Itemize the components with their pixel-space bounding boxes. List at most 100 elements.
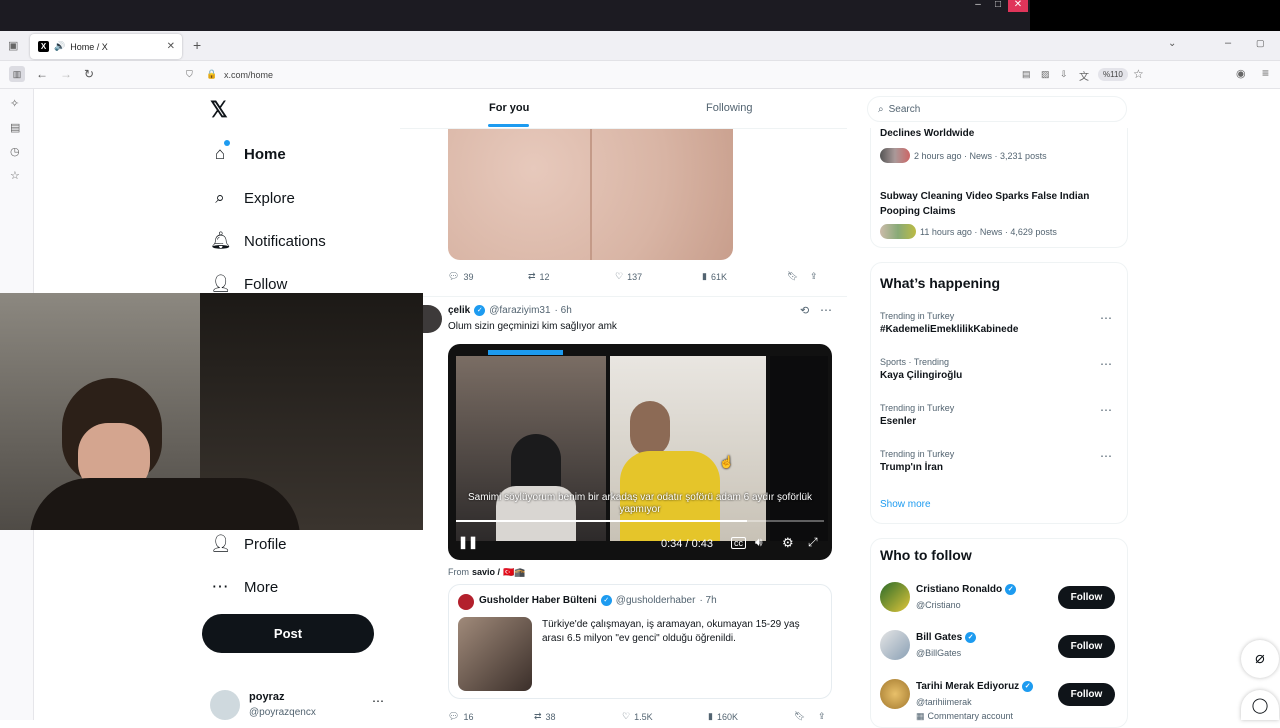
new-tab-icon[interactable]: + <box>193 37 201 53</box>
suggestion-name[interactable]: Tarihi Merak Ediyoruz ✓ <box>916 681 1034 692</box>
fullscreen-icon[interactable]: ⤢ <box>808 535 818 550</box>
browser-minimize-icon[interactable]: – <box>1225 37 1231 49</box>
news-item[interactable]: Declines Worldwide <box>880 128 1120 139</box>
tab-following[interactable]: Following <box>706 102 752 114</box>
menu-icon[interactable]: ≡ <box>1262 66 1269 80</box>
video-progress-track[interactable] <box>456 520 824 522</box>
messages-fab-icon[interactable]: ◯ <box>1241 690 1279 720</box>
zoom-badge[interactable]: %110 <box>1098 68 1128 81</box>
repost-button[interactable]: ⇄ 12 <box>528 271 615 282</box>
settings-gear-icon[interactable]: ⚙ <box>782 535 794 551</box>
post-image[interactable] <box>448 129 733 260</box>
nav-more[interactable]: ⋯ More <box>210 577 279 597</box>
close-window-icon[interactable]: ✕ <box>1008 0 1028 12</box>
translate-icon[interactable]: 文 <box>1079 68 1089 83</box>
bookmark-star-icon[interactable]: ☆ <box>1133 67 1144 81</box>
tab-overview-icon[interactable]: ▣ <box>8 39 18 52</box>
nav-home[interactable]: ⌂ Home <box>210 140 286 164</box>
follow-button[interactable]: Follow <box>1058 586 1115 609</box>
account-more-icon[interactable]: ⋯ <box>372 694 384 708</box>
browser-restore-icon[interactable]: ▢ <box>1256 38 1265 49</box>
trend-more-icon[interactable]: ⋯ <box>1100 403 1112 417</box>
save-icon[interactable]: ⇩ <box>1060 69 1068 80</box>
suggestion-name[interactable]: Bill Gates ✓ <box>916 632 977 643</box>
repost-button[interactable]: ⇄ 38 <box>534 711 622 722</box>
author-avatar[interactable] <box>422 305 442 333</box>
avatar[interactable] <box>880 582 910 612</box>
quote-time: · 7h <box>699 595 717 606</box>
heart-icon: ♡ <box>615 271 624 281</box>
suggestion-handle: @Cristiano <box>916 600 961 610</box>
bookmark-button[interactable]: 🔖︎ <box>794 711 818 722</box>
video-player[interactable]: Samimi söylüyorum benim bir arkadaş var … <box>448 344 832 560</box>
volume-icon[interactable]: 🔊︎ <box>755 535 763 550</box>
back-icon[interactable]: ← <box>36 67 48 81</box>
history-icon[interactable]: ◷ <box>10 145 20 158</box>
reply-button[interactable]: 💬︎ 39 <box>448 271 528 282</box>
pause-icon[interactable]: ❚❚ <box>458 535 478 549</box>
trend-more-icon[interactable]: ⋯ <box>1100 449 1112 463</box>
speaker-icon[interactable]: 🔊 <box>54 41 65 52</box>
avatar[interactable] <box>880 679 910 709</box>
news-item[interactable]: Subway Cleaning Video Sparks False India… <box>880 189 1120 219</box>
author-handle[interactable]: @faraziyim31 <box>489 305 550 316</box>
x-logo-icon[interactable]: 𝕏 <box>210 97 228 123</box>
first-post-actions: 💬︎ 39 ⇄ 12 ♡ 137 ▮ 61K 🔖︎ ⇪ <box>448 271 818 282</box>
views-button[interactable]: ▮ 61K <box>702 271 787 282</box>
share-button[interactable]: ⇪ <box>818 711 826 722</box>
sidebar-toggle-icon[interactable]: ▥ <box>9 66 25 82</box>
account-icon[interactable]: ◉ <box>1236 67 1246 80</box>
trend-item[interactable]: Trending in Turkey Trump'ın İran ⋯ <box>880 449 1120 473</box>
share-button[interactable]: ⇪ <box>810 271 818 282</box>
reader-view-icon[interactable]: ▤ <box>1022 69 1031 80</box>
follow-button[interactable]: Follow <box>1058 683 1115 706</box>
post-button[interactable]: Post <box>202 614 374 653</box>
verified-badge-icon: ✓ <box>965 632 977 643</box>
trend-item[interactable]: Trending in Turkey #KademeliEmeklilikKab… <box>880 311 1120 335</box>
like-button[interactable]: ♡ 137 <box>615 271 702 282</box>
tab-list-chevron-icon[interactable]: ⌄ <box>1168 38 1176 49</box>
nav-follow[interactable]: 👤︎ Follow <box>210 274 287 294</box>
trend-item[interactable]: Sports · Trending Kaya Çilingiroğlu ⋯ <box>880 357 1120 381</box>
synced-tabs-icon[interactable]: ▤ <box>10 121 20 134</box>
tab-home-x[interactable]: X 🔊 Home / X ✕ <box>30 34 182 59</box>
trend-more-icon[interactable]: ⋯ <box>1100 357 1112 371</box>
bookmark-button[interactable]: 🔖︎ <box>787 271 810 282</box>
post-header: çelik ✓ @faraziyim31 · 6h <box>448 305 572 316</box>
avatar[interactable] <box>880 630 910 660</box>
search-box[interactable]: ⌕ Search <box>867 96 1127 122</box>
grok-icon[interactable]: ⟲ <box>800 304 809 317</box>
account-switcher[interactable]: poyraz @poyrazqencx ⋯ <box>206 688 390 720</box>
from-user[interactable]: savio / <box>472 567 500 578</box>
author-name[interactable]: çelik <box>448 305 470 316</box>
divider <box>400 296 847 297</box>
post-time[interactable]: · 6h <box>555 305 572 316</box>
shield-icon[interactable]: ⛉ <box>186 69 193 80</box>
tab-for-you[interactable]: For you <box>489 102 529 114</box>
reload-icon[interactable]: ↻ <box>84 67 94 81</box>
suggestion-name[interactable]: Cristiano Ronaldo ✓ <box>916 584 1017 595</box>
ai-chat-icon[interactable]: ✧ <box>10 97 19 110</box>
bookmarks-icon[interactable]: ☆ <box>10 169 20 182</box>
reply-button[interactable]: 💬︎ 16 <box>448 711 534 722</box>
post-more-icon[interactable]: ⋯ <box>820 303 832 317</box>
address-bar[interactable]: ⛉ 🔒 x.com/home <box>186 64 1020 86</box>
forward-icon[interactable]: → <box>60 67 72 81</box>
picture-icon[interactable]: ▨ <box>1041 69 1050 80</box>
views-button[interactable]: ▮ 160K <box>708 711 794 722</box>
trend-item[interactable]: Trending in Turkey Esenler ⋯ <box>880 403 1120 427</box>
grok-fab-icon[interactable]: ⌀ <box>1241 640 1279 678</box>
captions-icon[interactable]: cc <box>731 537 746 549</box>
minimize-icon[interactable]: – <box>968 0 988 12</box>
like-button[interactable]: ♡ 1.5K <box>622 711 708 722</box>
follow-button[interactable]: Follow <box>1058 635 1115 658</box>
show-more-link[interactable]: Show more <box>880 499 931 510</box>
maximize-icon[interactable]: □ <box>988 0 1008 12</box>
nav-profile[interactable]: 👤︎ Profile <box>210 534 287 554</box>
nav-explore[interactable]: ⌕ Explore <box>210 188 295 208</box>
nav-notifications[interactable]: 🔔︎ Notifications <box>210 231 326 251</box>
from-flags: 🇹🇷🕋 <box>503 567 526 577</box>
trend-more-icon[interactable]: ⋯ <box>1100 311 1112 325</box>
tab-close-icon[interactable]: ✕ <box>167 41 175 52</box>
quoted-post[interactable]: Gusholder Haber Bülteni ✓ @gusholderhabe… <box>448 584 832 699</box>
